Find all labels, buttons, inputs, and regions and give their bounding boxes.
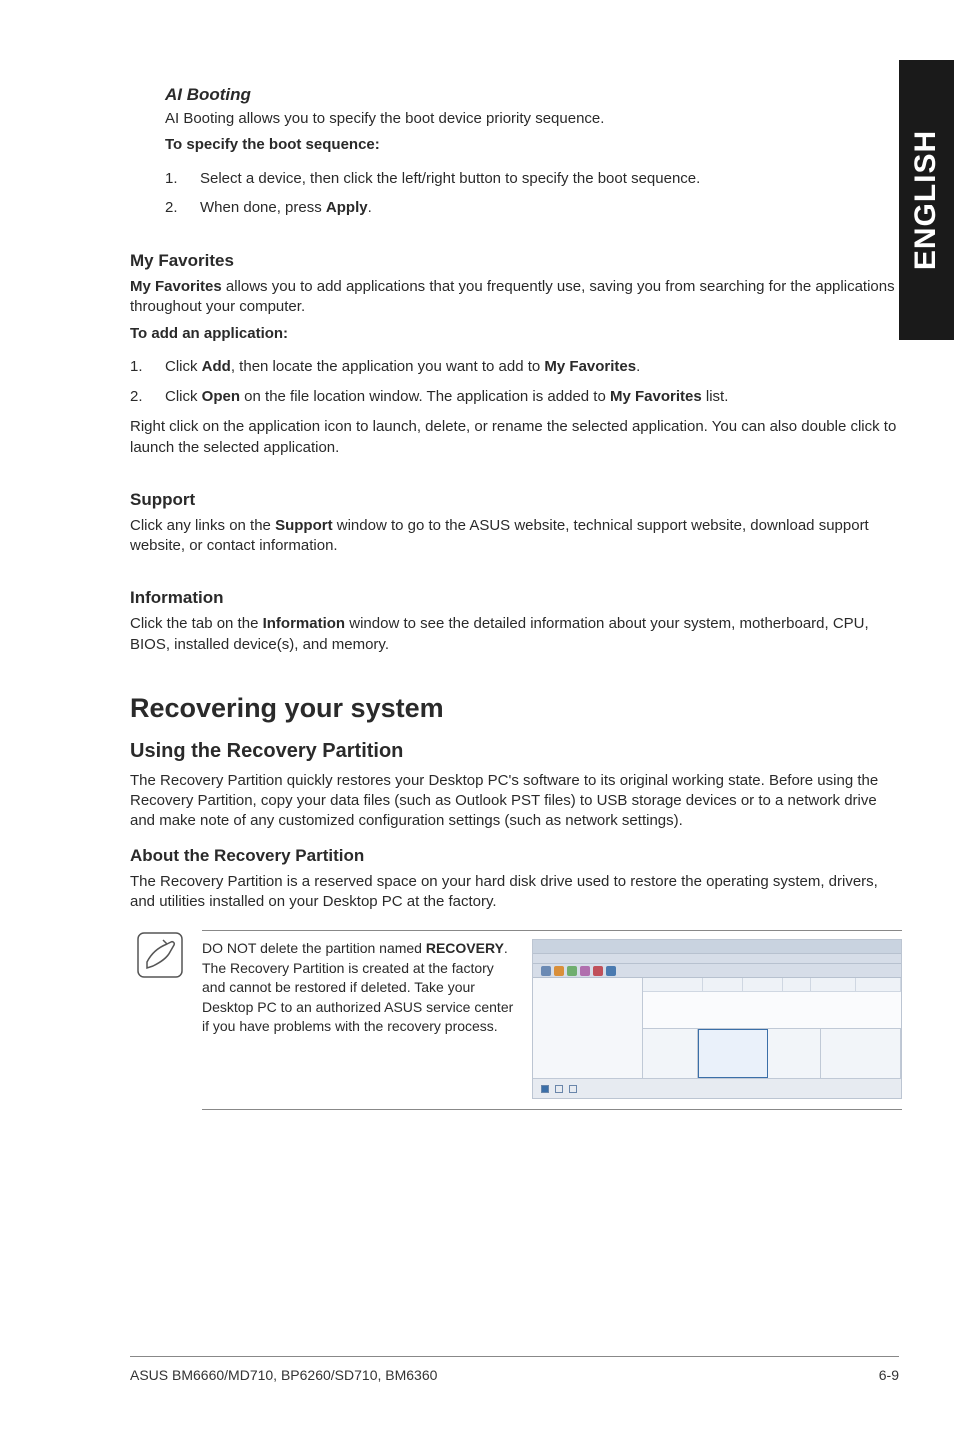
text: list.	[702, 388, 729, 405]
page-footer: ASUS BM6660/MD710, BP6260/SD710, BM6360 …	[130, 1356, 899, 1383]
text: DO NOT delete the partition named	[202, 940, 426, 956]
information-heading: Information	[130, 588, 902, 608]
my-favorites-para: My Favorites allows you to add applicati…	[130, 277, 902, 318]
support-para: Click any links on the Support window to…	[130, 516, 902, 557]
text: Click	[165, 358, 202, 375]
text-bold: Apply	[326, 199, 368, 216]
step-number: 1.	[165, 168, 200, 190]
text: Select a device, then click the left/rig…	[200, 170, 700, 187]
text-bold: Add	[202, 358, 231, 375]
about-recovery-para: The Recovery Partition is a reserved spa…	[130, 872, 902, 913]
text-bold: Open	[202, 388, 240, 405]
text: .	[368, 199, 372, 216]
step-number: 2.	[165, 197, 200, 219]
footer-model: ASUS BM6660/MD710, BP6260/SD710, BM6360	[130, 1367, 437, 1383]
list-item: 2. When done, press Apply.	[165, 197, 902, 219]
text-bold: Support	[275, 517, 333, 534]
text: Click	[165, 388, 202, 405]
my-favorites-steps: 1. Click Add, then locate the applicatio…	[130, 356, 902, 408]
text: Click the tab on the	[130, 615, 263, 632]
step-text: Select a device, then click the left/rig…	[200, 168, 700, 190]
text-bold: RECOVERY	[426, 940, 504, 956]
recovering-para: The Recovery Partition quickly restores …	[130, 771, 902, 832]
note-block: DO NOT delete the partition named RECOVE…	[130, 930, 902, 1110]
text-bold: My Favorites	[610, 388, 702, 405]
my-favorites-toadd: To add an application:	[130, 324, 902, 344]
text: on the file location window. The applica…	[240, 388, 610, 405]
ai-booting-heading: AI Booting	[165, 85, 902, 105]
ai-booting-tospecify: To specify the boot sequence:	[165, 135, 902, 155]
footer-page-number: 6-9	[879, 1367, 899, 1383]
information-para: Click the tab on the Information window …	[130, 614, 902, 655]
step-text: When done, press Apply.	[200, 197, 372, 219]
text: Click any links on the	[130, 517, 275, 534]
page-content: AI Booting AI Booting allows you to spec…	[130, 85, 902, 1110]
ai-booting-intro: AI Booting allows you to specify the boo…	[165, 109, 902, 129]
support-heading: Support	[130, 490, 902, 510]
note-text: DO NOT delete the partition named RECOVE…	[202, 939, 520, 1099]
step-text: Click Add, then locate the application y…	[165, 356, 640, 378]
text-bold: My Favorites	[544, 358, 636, 375]
text: , then locate the application you want t…	[231, 358, 545, 375]
ai-booting-steps: 1. Select a device, then click the left/…	[165, 168, 902, 220]
recovering-sub: Using the Recovery Partition	[130, 740, 902, 763]
text: .	[636, 358, 640, 375]
list-item: 2. Click Open on the file location windo…	[130, 386, 902, 408]
disk-management-screenshot	[532, 939, 902, 1099]
text: allows you to add applications that you …	[130, 278, 895, 315]
my-favorites-heading: My Favorites	[130, 251, 902, 271]
about-recovery-heading: About the Recovery Partition	[130, 846, 902, 866]
step-number: 1.	[130, 356, 165, 378]
note-hand-icon	[137, 932, 183, 978]
text-bold: Information	[263, 615, 346, 632]
note-icon-cell	[130, 930, 190, 978]
list-item: 1. Click Add, then locate the applicatio…	[130, 356, 902, 378]
note-body: DO NOT delete the partition named RECOVE…	[202, 930, 902, 1110]
recovering-heading: Recovering your system	[130, 693, 902, 724]
step-text: Click Open on the file location window. …	[165, 386, 728, 408]
list-item: 1. Select a device, then click the left/…	[165, 168, 902, 190]
my-favorites-post: Right click on the application icon to l…	[130, 417, 902, 458]
text: When done, press	[200, 199, 326, 216]
text-bold: My Favorites	[130, 278, 222, 295]
step-number: 2.	[130, 386, 165, 408]
